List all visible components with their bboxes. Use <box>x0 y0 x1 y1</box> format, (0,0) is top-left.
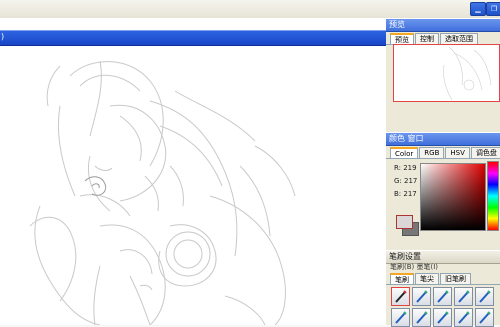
document-titlebar[interactable]: ) <box>0 30 386 46</box>
tab-control[interactable]: 控制 <box>415 33 439 44</box>
tab-nib[interactable]: 笔尖 <box>415 273 439 284</box>
brush-icon[interactable] <box>454 287 473 306</box>
sketch-artwork <box>29 60 296 326</box>
brush-icon[interactable] <box>391 287 410 306</box>
tab-old-brush[interactable]: 旧笔刷 <box>440 273 471 284</box>
tab-hsv[interactable]: HSV <box>445 147 470 158</box>
brush-icon[interactable] <box>391 308 410 327</box>
tab-color[interactable]: Color <box>390 147 419 158</box>
brush-tabs: 笔刷 笔尖 旧笔刷 <box>386 272 500 285</box>
color-tabs: Color RGB HSV 调色盘 <box>386 146 500 159</box>
brush-icon[interactable] <box>433 308 452 327</box>
drawing-canvas[interactable] <box>0 46 386 326</box>
tab-rgb[interactable]: RGB <box>419 147 445 158</box>
brush-panel: 笔刷设置 笔刷(B) 墨笔(I) 笔刷 笔尖 旧笔刷 <box>386 250 500 327</box>
preview-thumbnail[interactable] <box>393 44 500 102</box>
brush-icon[interactable] <box>454 308 473 327</box>
preview-panel-title[interactable]: 预览 <box>386 18 500 32</box>
brush-icon[interactable] <box>412 308 431 327</box>
color-panel-title[interactable]: 颜色 窗口 <box>386 132 500 146</box>
preview-sketch <box>443 46 492 101</box>
os-top-bar: ▁ ❐ <box>0 0 500 19</box>
document-title: ) <box>1 32 5 41</box>
minimize-icon[interactable]: ▁ <box>470 2 486 16</box>
color-panel: 颜色 窗口 Color RGB HSV 调色盘 R: 219 G: 217 B:… <box>386 132 500 250</box>
tab-preview[interactable]: 预览 <box>390 33 414 44</box>
brush-icon[interactable] <box>412 287 431 306</box>
restore-icon[interactable]: ❐ <box>486 2 500 16</box>
document-window: ) <box>0 18 387 326</box>
blue-value: B: 217 <box>394 190 417 198</box>
red-value: R: 219 <box>394 164 417 172</box>
tab-brush[interactable]: 笔刷 <box>390 273 414 284</box>
hue-slider[interactable] <box>487 161 499 231</box>
foreground-color-swatch[interactable] <box>396 215 413 229</box>
brush-sub-labels: 笔刷(B) 墨笔(I) <box>390 263 439 271</box>
tab-palette[interactable]: 调色盘 <box>470 147 500 158</box>
saturation-value-field[interactable] <box>420 163 486 231</box>
tab-selection-range[interactable]: 选取范围 <box>440 33 478 44</box>
preview-panel: 预览 预览 控制 选取范围 <box>386 18 500 130</box>
side-panels: 预览 预览 控制 选取范围 颜色 窗口 Color RGB HSV 调色盘 R:… <box>386 18 500 327</box>
brush-icon[interactable] <box>433 287 452 306</box>
brush-icon[interactable] <box>475 287 494 306</box>
brush-icon[interactable] <box>475 308 494 327</box>
green-value: G: 217 <box>394 177 418 185</box>
brush-grid <box>391 287 494 327</box>
